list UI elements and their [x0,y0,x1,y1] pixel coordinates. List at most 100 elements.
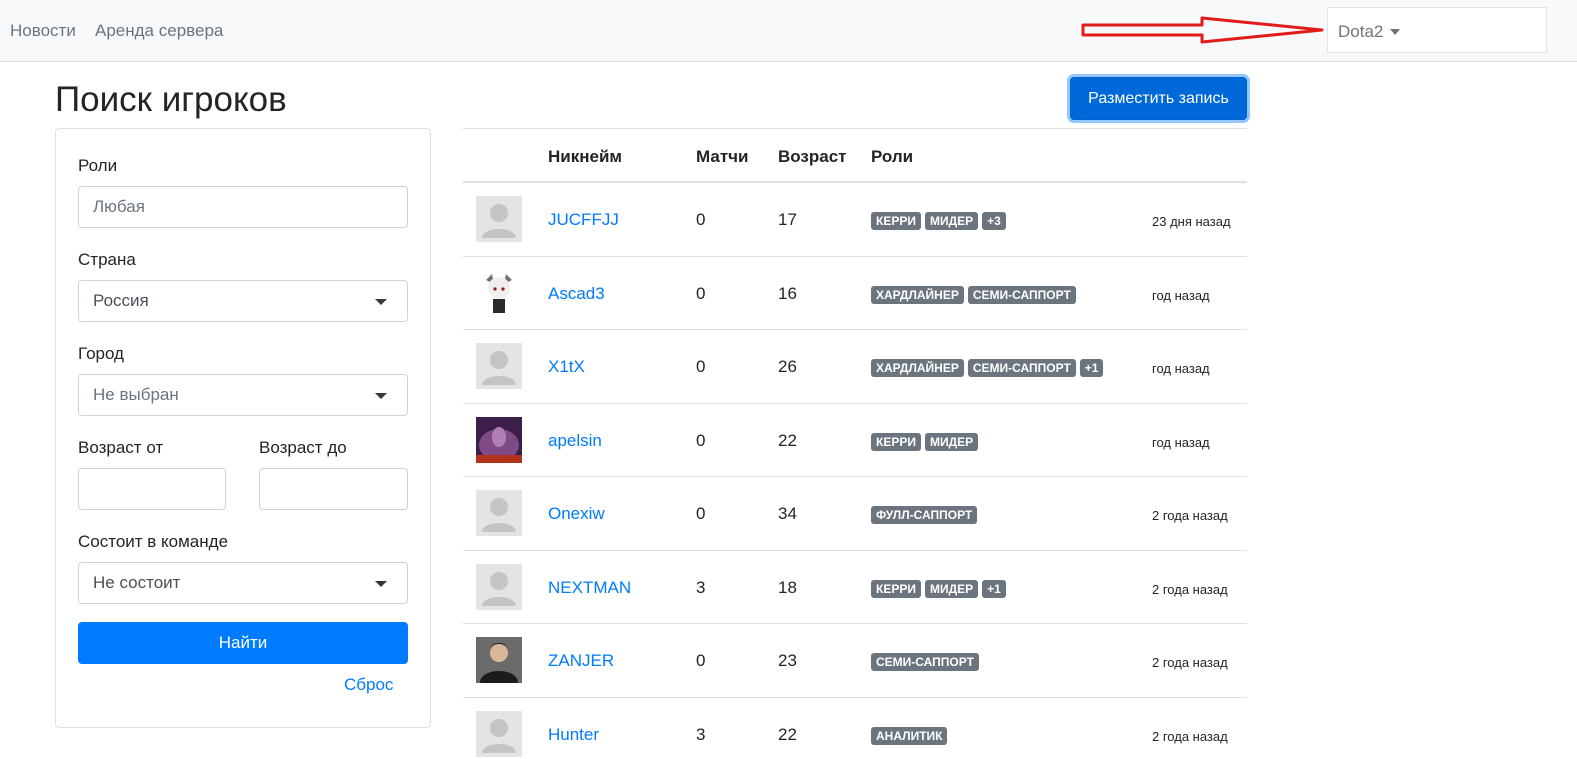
player-nickname-link[interactable]: Hunter [548,725,599,745]
column-header-matches: Матчи [696,147,749,166]
page-title: Поиск игроков [55,80,287,119]
post-time: 23 дня назад [1152,214,1231,229]
player-matches: 0 [696,504,706,523]
avatar[interactable] [476,563,522,610]
chevron-down-icon [375,299,387,305]
city-select[interactable]: Не выбран [78,374,408,416]
player-matches: 0 [696,430,706,450]
player-roles: СЕМИ-САППОРТ [871,653,979,671]
find-button[interactable]: Найти [78,622,408,664]
role-badge: +3 [982,212,1006,230]
table-header: Никнейм Матчи Возраст Роли [463,128,1247,183]
nav-link-server-rent[interactable]: Аренда сервера [95,21,223,41]
avatar[interactable] [476,269,522,316]
post-time: 2 года назад [1152,581,1228,597]
chevron-down-icon [1390,29,1400,35]
country-select-value: Россия [93,291,149,310]
player-nickname-link[interactable]: NEXTMAN [548,578,631,598]
player-nickname-link[interactable]: X1tX [548,357,585,377]
post-time: 2 года назад [1152,728,1228,744]
player-age: 22 [778,724,797,744]
table-row: ZANJER 0 23 СЕМИ-САППОРТ 2 года назад [463,624,1247,698]
role-badge: СЕМИ-САППОРТ [967,285,1076,304]
player-age: 26 [778,357,797,376]
age-to-input[interactable] [259,468,408,510]
player-matches: 0 [696,651,706,670]
players-table: Никнейм Матчи Возраст Роли JUCFFJJ 0 17 КЕР… [463,128,1247,759]
avatar[interactable] [476,637,522,683]
chevron-down-icon [375,393,387,399]
table-row: Hunter 3 22 АНАЛИТИК 2 года назад [463,698,1247,759]
role-badge: +1 [982,579,1006,598]
role-badge: МИДЕР [924,432,979,451]
country-select[interactable]: Россия [78,280,408,322]
column-header-nickname: Никнейм [548,147,622,166]
role-badge: СЕМИ-САППОРТ [967,359,1076,377]
avatar[interactable] [476,343,522,389]
roles-label: Роли [78,156,118,175]
table-row: X1tX 0 26 ХАРДЛАЙНЕР СЕМИ-САППОРТ +1 год назад [463,330,1247,404]
table-row: apelsin 0 22 КЕРРИ МИДЕР год назад [463,404,1247,477]
player-roles: ХАРДЛАЙНЕР СЕМИ-САППОРТ +1 [871,359,1104,377]
avatar[interactable] [476,416,522,463]
player-roles: АНАЛИТИК [871,726,948,745]
post-listing-button[interactable]: Разместить запись [1070,77,1247,120]
player-nickname-link[interactable]: ZANJER [548,651,614,671]
player-age: 16 [778,283,797,303]
reset-link[interactable]: Сброс [344,675,393,695]
player-matches: 3 [696,724,706,744]
table-body: JUCFFJJ 0 17 КЕРРИ МИДЕР +3 23 дня назад Ascad3… [463,183,1247,759]
country-label: Страна [78,250,136,269]
post-time: год назад [1152,361,1210,376]
player-roles: КЕРРИ МИДЕР +3 [871,212,1006,230]
avatar[interactable] [476,196,522,242]
player-age: 34 [778,504,797,523]
player-roles: ХАРДЛАЙНЕР СЕМИ-САППОРТ [871,285,1076,304]
player-age: 18 [778,577,797,597]
player-nickname-link[interactable]: apelsin [548,431,602,451]
role-badge: МИДЕР [924,579,979,598]
player-age: 23 [778,651,797,670]
top-navbar: Новости Аренда сервера Dota2 [0,0,1577,62]
role-badge: КЕРРИ [871,579,921,598]
city-select-value: Не выбран [93,385,179,404]
role-badge: ХАРДЛАЙНЕР [871,285,964,304]
player-nickname-link[interactable]: JUCFFJJ [548,210,619,230]
annotation-arrow-icon [1081,16,1324,44]
post-time: 2 года назад [1152,655,1228,670]
post-time: год назад [1152,287,1210,303]
player-roles: ФУЛЛ-САППОРТ [871,506,978,524]
table-row: NEXTMAN 3 18 КЕРРИ МИДЕР +1 2 года назад [463,551,1247,624]
column-header-roles: Роли [871,147,914,166]
role-badge: МИДЕР [924,212,979,230]
nav-link-news[interactable]: Новости [10,21,76,41]
chevron-down-icon [375,581,387,587]
table-row: Ascad3 0 16 ХАРДЛАЙНЕР СЕМИ-САППОРТ год назад [463,257,1247,330]
player-matches: 0 [696,357,706,376]
role-badge: АНАЛИТИК [871,726,948,745]
post-time: год назад [1152,434,1210,450]
player-age: 22 [778,430,797,450]
roles-input[interactable]: Любая [78,186,408,228]
role-badge: ФУЛЛ-САППОРТ [871,506,978,524]
game-select-dropdown[interactable]: Dota2 [1327,7,1547,53]
avatar[interactable] [476,710,522,757]
team-select[interactable]: Не состоит [78,562,408,604]
player-matches: 0 [696,283,706,303]
city-label: Город [78,344,124,363]
avatar[interactable] [476,490,522,536]
player-matches: 3 [696,577,706,597]
table-row: JUCFFJJ 0 17 КЕРРИ МИДЕР +3 23 дня назад [463,183,1247,257]
column-header-age: Возраст [778,147,847,166]
team-select-value: Не состоит [93,573,181,592]
post-time: 2 года назад [1152,508,1228,523]
age-to-label: Возраст до [259,438,347,457]
player-nickname-link[interactable]: Onexiw [548,504,605,524]
filter-card: Роли Любая Страна Россия Город Не выбран… [55,128,431,728]
role-badge: КЕРРИ [871,212,921,230]
player-age: 17 [778,210,797,229]
role-badge: ХАРДЛАЙНЕР [871,359,964,377]
player-roles: КЕРРИ МИДЕР +1 [871,579,1006,598]
age-from-input[interactable] [78,468,226,510]
player-nickname-link[interactable]: Ascad3 [548,284,605,304]
